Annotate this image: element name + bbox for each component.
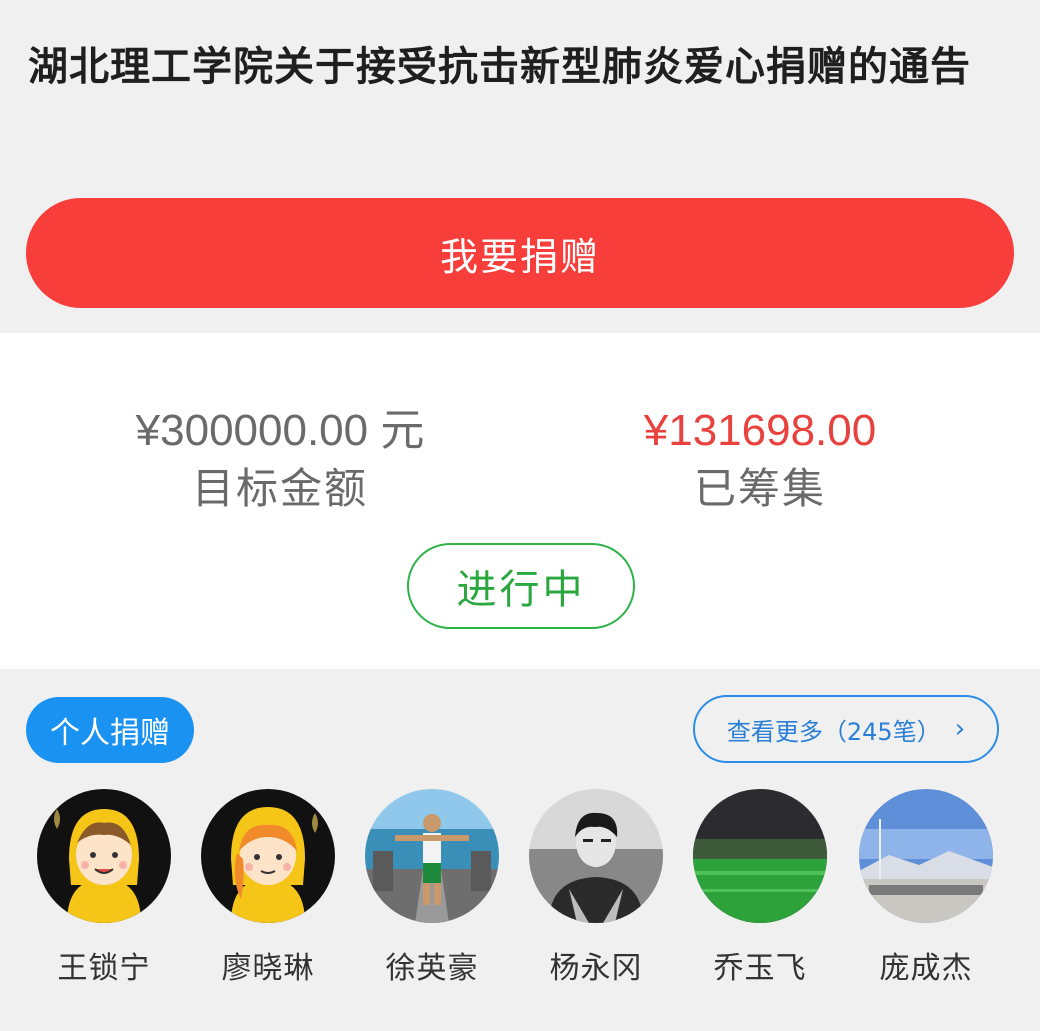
personal-donation-tag: 个人捐赠 [26,697,194,763]
donor-name: 乔玉飞 [713,951,807,986]
donor-list: 王锁宁 廖晓琳 徐英豪 杨永冈 乔玉飞 庞成杰 [0,789,1040,1009]
status-badge: 进行中 [407,543,635,629]
donor-item[interactable]: 乔玉飞 [680,789,840,987]
donor-name: 王锁宁 [57,951,151,986]
view-more-label: 查看更多（245笔） [726,717,941,746]
donate-button[interactable]: 我要捐赠 [26,198,1014,308]
avatar [365,789,499,923]
page-title: 湖北理工学院关于接受抗击新型肺炎爱心捐赠的通告 [28,44,971,90]
avatar [693,789,827,923]
donor-item[interactable]: 廖晓琳 [188,789,348,987]
donor-item[interactable]: 王锁宁 [24,789,184,987]
raised-stat: ¥131698.00 已筹集 [550,403,970,517]
donor-item[interactable]: 庞成杰 [846,789,1006,987]
avatar [201,789,335,923]
donor-name: 杨永冈 [549,951,643,986]
donor-name: 徐英豪 [385,951,479,986]
view-more-button[interactable]: 查看更多（245笔） › [693,695,999,763]
donor-name: 庞成杰 [879,951,973,986]
raised-amount: ¥131698.00 [643,406,877,455]
raised-label: 已筹集 [693,464,826,513]
fundraising-stats: ¥300000.00 元 目标金额 ¥131698.00 已筹集 进行中 [0,333,1040,669]
donor-section: 个人捐赠 查看更多（245笔） › 王锁宁 廖晓琳 徐英豪 杨永冈 乔玉飞 庞成… [0,669,1040,1031]
target-stat: ¥300000.00 元 目标金额 [70,403,490,517]
avatar [37,789,171,923]
target-label: 目标金额 [191,464,368,513]
donor-item[interactable]: 徐英豪 [352,789,512,987]
avatar [529,789,663,923]
target-amount: ¥300000.00 元 [135,406,425,455]
donor-item[interactable]: 杨永冈 [516,789,676,987]
avatar [859,789,993,923]
donor-name: 廖晓琳 [221,951,315,986]
chevron-right-icon: › [954,714,966,744]
notice-header: 湖北理工学院关于接受抗击新型肺炎爱心捐赠的通告 我要捐赠 [0,0,1040,333]
